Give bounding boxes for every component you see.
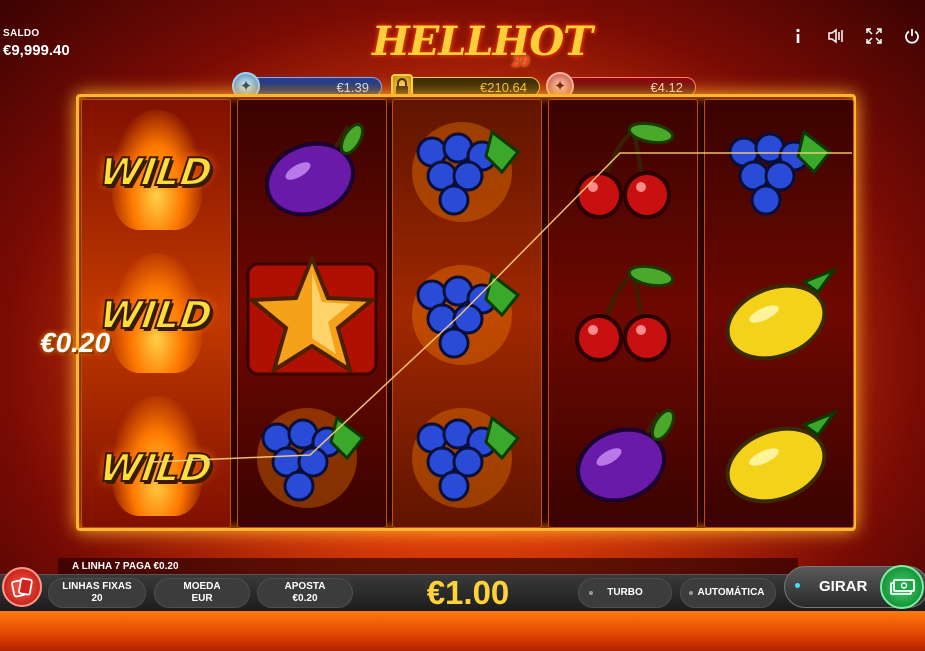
reel-area: WILD WILD WILD [76, 94, 856, 531]
bet-value: €0.20 [292, 593, 318, 604]
autoplay-label: AUTOMÁTICA [697, 587, 765, 598]
reel-5 [704, 99, 854, 528]
game-logo: HELLHOT 20 [372, 18, 593, 76]
fullscreen-icon[interactable] [865, 26, 883, 46]
background-strip [0, 611, 925, 651]
reel-2 [237, 99, 387, 528]
reel-1: WILD WILD WILD [81, 99, 231, 528]
lines-value: 20 [91, 593, 103, 604]
autoplay-button[interactable]: AUTOMÁTICA [680, 578, 776, 608]
gamble-cards-button[interactable] [2, 567, 42, 607]
lines-label: LINHAS FIXAS [62, 581, 132, 592]
turbo-indicator [589, 591, 593, 595]
cash-icon[interactable] [880, 565, 924, 609]
top-toolbar [789, 26, 925, 46]
sound-icon[interactable] [827, 26, 845, 46]
reel-4 [548, 99, 698, 528]
coin-value: EUR [191, 593, 213, 604]
coin-label: MOEDA [183, 581, 221, 592]
plum-icon [238, 100, 386, 243]
spin-label: GIRAR [819, 578, 868, 595]
grapes-icon [238, 386, 386, 529]
cherry-icon [549, 100, 697, 243]
plum-icon [549, 386, 697, 529]
coin-selector[interactable]: MOEDA EUR [154, 578, 250, 608]
logo-subtitle: 20 [512, 53, 529, 70]
lemon-icon [705, 386, 853, 529]
wild-symbol: WILD [82, 386, 230, 529]
grapes-icon [393, 100, 541, 243]
reel-3 [392, 99, 542, 528]
total-bet-display: €1.00 [426, 574, 510, 611]
power-icon[interactable] [903, 26, 921, 46]
wild-symbol: WILD [82, 100, 230, 243]
balance-label: SALDO [3, 28, 40, 39]
grapes-icon [705, 100, 853, 243]
game-screen: SALDO €9,999.40 HELLHOT 20 €1.39 €210.64… [0, 0, 925, 651]
logo-title: HELLHOT [372, 18, 593, 65]
spin-indicator [795, 583, 800, 588]
balance-value: €9,999.40 [3, 42, 70, 59]
win-amount: €0.20 [40, 327, 111, 358]
star-icon [238, 243, 386, 386]
cherry-icon [549, 243, 697, 386]
info-icon[interactable] [789, 26, 807, 46]
autoplay-indicator [689, 591, 693, 595]
grapes-icon [393, 386, 541, 529]
spin-button[interactable]: GIRAR [784, 565, 925, 609]
bet-label: APOSTA [284, 581, 326, 592]
grapes-icon [393, 243, 541, 386]
lemon-icon [705, 243, 853, 386]
fixed-lines-control[interactable]: LINHAS FIXAS 20 [48, 578, 146, 608]
turbo-button[interactable]: TURBO [578, 578, 672, 608]
balance-display: SALDO €9,999.40 [3, 28, 70, 59]
bet-selector[interactable]: APOSTA €0.20 [257, 578, 353, 608]
wild-symbol: WILD [82, 243, 230, 386]
